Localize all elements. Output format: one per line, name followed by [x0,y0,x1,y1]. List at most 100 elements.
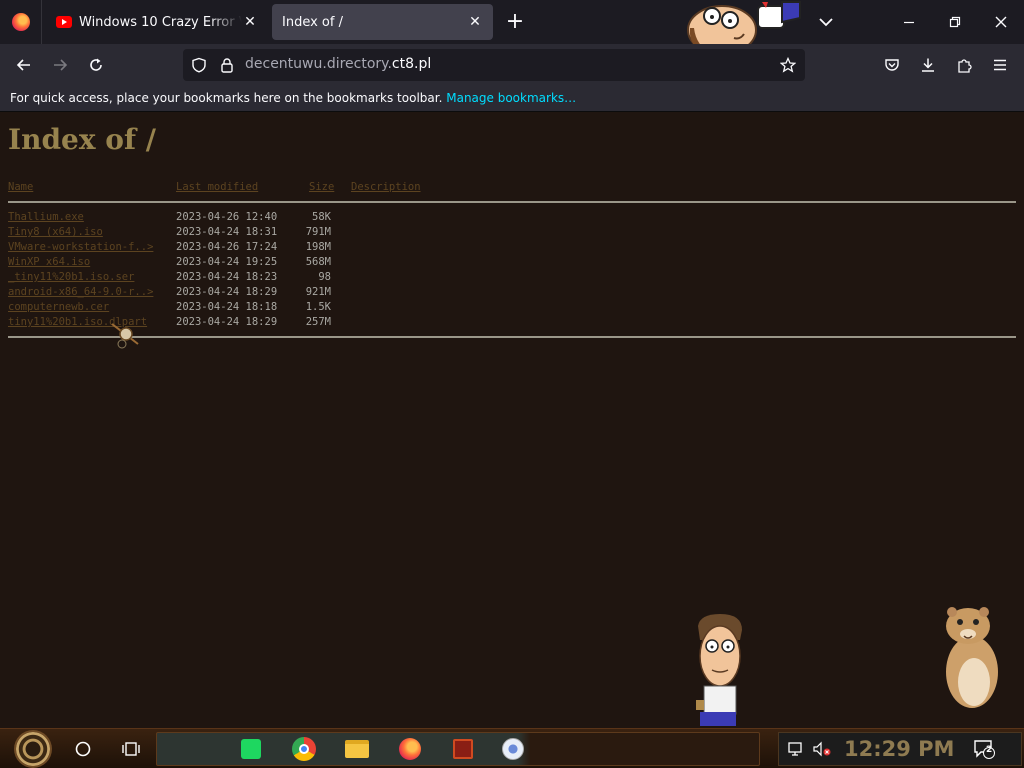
lock-icon[interactable] [219,57,235,73]
media-app-icon [453,739,473,759]
list-all-tabs-button[interactable] [814,10,838,34]
notification-center-button[interactable]: 2 [968,733,1000,765]
restore-button[interactable] [932,0,978,44]
arrow-left-icon [16,59,30,71]
listing-header-row: Name Last modified Size Description [8,180,421,195]
divider [8,336,1016,338]
tab-index-of[interactable]: Index of / ✕ [272,4,493,40]
spotify-icon [241,739,261,759]
sort-by-size-link[interactable]: Size [309,180,334,195]
file-modified: 2023-04-24 19:25 [176,256,278,268]
close-icon[interactable]: ✕ [467,14,483,30]
minimize-button[interactable] [886,0,932,44]
file-row: computernewb.cer 2023-04-24 18:18 1.5K [8,300,331,315]
firefox-icon [399,738,421,760]
file-link[interactable]: Tiny8 (x64).iso [8,225,103,240]
page-title: Index of / [8,123,156,156]
file-link[interactable]: Thallium.exe [8,210,84,225]
file-link[interactable]: WinXP x64.iso [8,255,90,270]
network-icon [788,742,802,756]
file-size: 921M [305,286,331,298]
close-icon[interactable]: ✕ [242,14,258,30]
file-link[interactable]: computernewb.cer [8,300,109,315]
file-modified: 2023-04-24 18:23 [176,271,278,283]
file-row: Tiny8 (x64).iso 2023-04-24 18:31 791M [8,225,331,240]
new-tab-button[interactable]: + [503,8,527,36]
file-row: Thallium.exe 2023-04-26 12:40 58K [8,210,331,225]
tab-title: Windows 10 Crazy Error V2 doesn't exist [79,14,242,30]
url-text[interactable]: decentuwu.directory.ct8.pl [245,56,431,72]
file-row: tiny11%20b1.iso.dlpart 2023-04-24 18:29 … [8,315,331,330]
file-modified: 2023-04-24 18:29 [176,316,278,328]
downloads-button[interactable] [914,51,942,79]
pocket-button[interactable] [878,51,906,79]
star-icon[interactable] [780,57,796,73]
file-modified: 2023-04-26 17:24 [176,241,278,253]
reload-button[interactable] [82,51,110,79]
file-row: WinXP x64.iso 2023-04-24 19:25 568M [8,255,331,270]
shield-icon[interactable] [191,57,207,73]
file-row: android-x86_64-9.0-r..> 2023-04-24 18:29… [8,285,331,300]
taskbar: 12:29 PM 2 [0,728,1024,768]
file-explorer-icon [345,740,369,758]
firefox-view-button[interactable] [0,0,42,44]
file-row: _tiny11%20b1.iso.ser 2023-04-24 18:23 98 [8,270,331,285]
hamburger-menu-icon [994,59,1006,71]
file-size: 58K [312,211,331,223]
taskbar-file-explorer[interactable] [341,733,373,765]
download-icon [922,58,934,72]
clock[interactable]: 12:29 PM [844,737,954,761]
url-bar[interactable]: decentuwu.directory.ct8.pl [183,49,805,81]
page-content: Index of / Name Last modified Size Descr… [0,112,1024,728]
sort-by-modified-link[interactable]: Last modified [176,180,258,195]
file-size: 568M [305,256,331,268]
tab-youtube[interactable]: Windows 10 Crazy Error V2 doesn't exist … [46,4,268,40]
minimize-icon [904,21,914,24]
close-icon [995,16,1007,28]
close-window-button[interactable] [978,0,1024,44]
youtube-icon [56,16,72,28]
itunes-icon [502,738,524,760]
start-button[interactable] [4,730,62,768]
start-orb-icon [16,732,50,766]
file-size: 198M [305,241,331,253]
taskbar-spotify[interactable] [235,733,267,765]
extensions-button[interactable] [950,51,978,79]
file-modified: 2023-04-24 18:29 [176,286,278,298]
file-link[interactable]: android-x86_64-9.0-r..> [8,285,153,300]
tab-strip: Windows 10 Crazy Error V2 doesn't exist … [0,0,1024,55]
file-size: 791M [305,226,331,238]
volume-button[interactable] [806,733,838,765]
task-view-button[interactable] [115,733,147,765]
circle-search-icon [75,741,91,757]
chevron-down-icon [819,18,833,27]
puzzle-piece-icon [958,59,972,73]
bookmarks-hint-text: For quick access, place your bookmarks h… [10,91,443,105]
manage-bookmarks-link[interactable]: Manage bookmarks… [446,91,576,105]
divider [8,201,1016,203]
forward-button[interactable] [46,51,74,79]
notification-count: 2 [986,745,993,755]
arrow-right-icon [54,59,68,71]
cartoon-character-image [696,614,742,726]
reload-icon [90,58,102,71]
file-size: 1.5K [305,301,331,313]
back-button[interactable] [10,51,38,79]
file-modified: 2023-04-24 18:18 [176,301,278,313]
pocket-icon [885,59,899,71]
task-view-icon [122,742,140,756]
search-button[interactable] [67,733,99,765]
menu-button[interactable] [986,51,1014,79]
taskbar-media-app[interactable] [447,733,479,765]
sort-by-name-link[interactable]: Name [8,180,33,195]
navigation-toolbar: decentuwu.directory.ct8.pl [0,44,1024,86]
volume-muted-icon [813,741,831,757]
tab-title: Index of / [282,14,343,30]
firefox-icon [11,13,30,31]
taskbar-itunes[interactable] [497,733,529,765]
sort-by-description-link[interactable]: Description [351,180,421,195]
taskbar-chrome[interactable] [288,733,320,765]
file-link[interactable]: _tiny11%20b1.iso.ser [8,270,134,285]
file-link[interactable]: VMware-workstation-f..> [8,240,153,255]
taskbar-firefox[interactable] [394,733,426,765]
